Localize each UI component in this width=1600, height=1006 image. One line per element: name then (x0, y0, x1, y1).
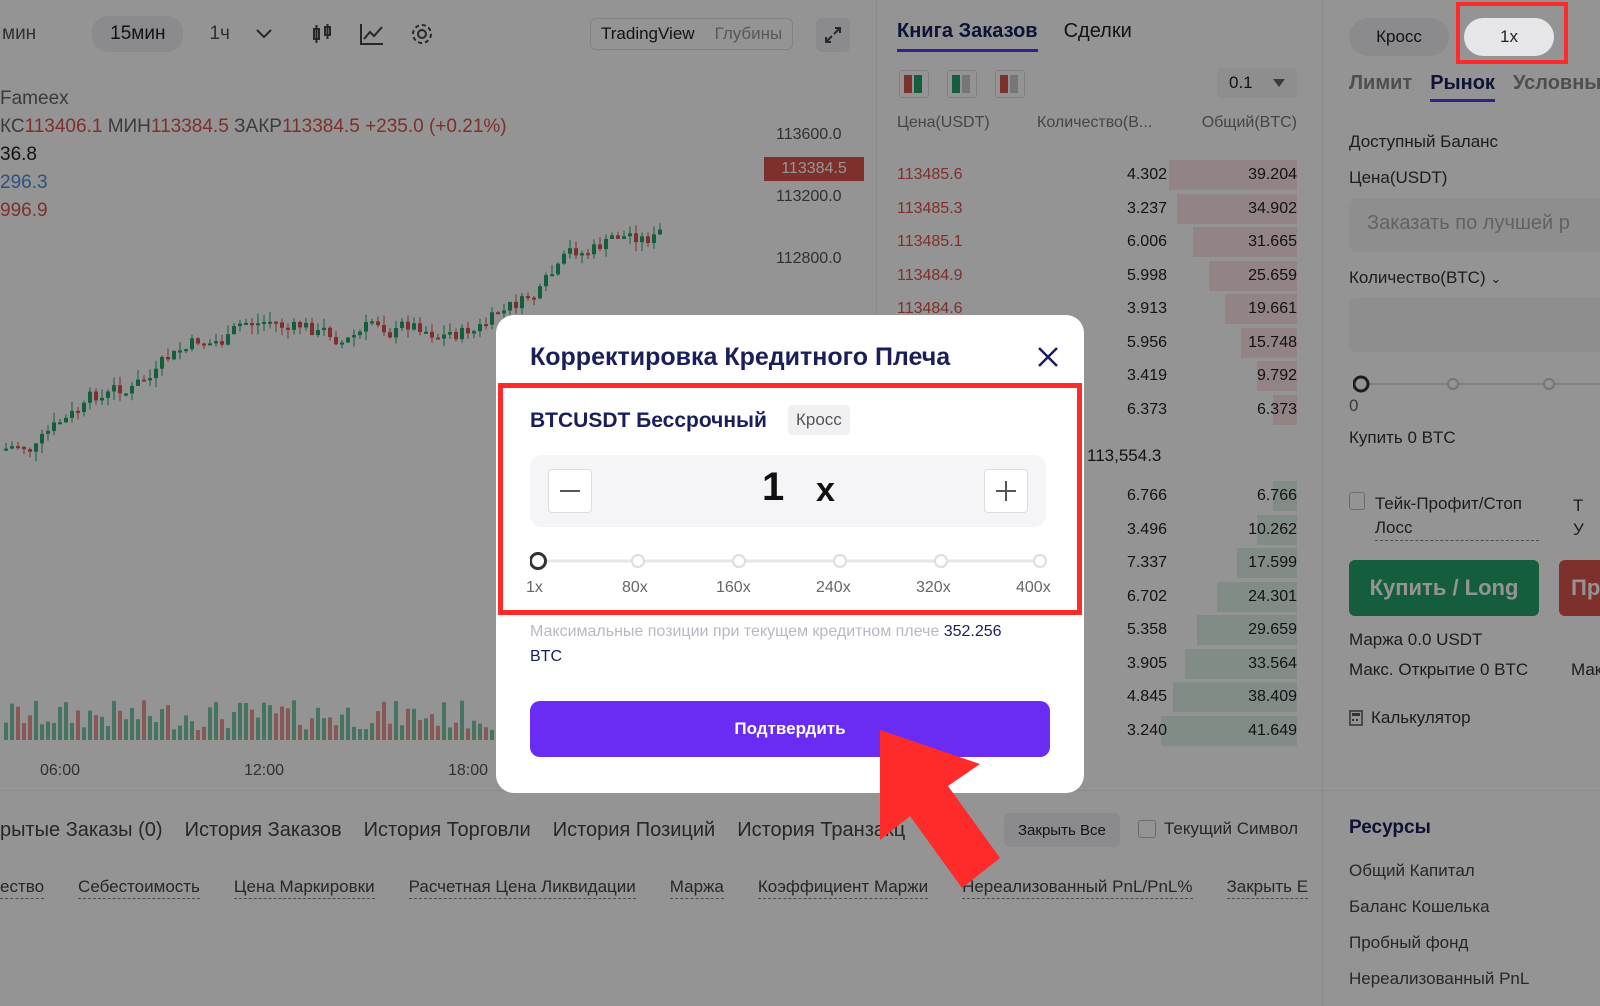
close-icon[interactable] (1032, 341, 1064, 373)
leverage-highlight (1456, 2, 1568, 64)
max-position-text: Максимальные позиции при текущем кредитн… (530, 623, 940, 640)
max-position-value: 352.256 (943, 623, 1002, 640)
pointer-arrow (880, 730, 1000, 888)
leverage-highlight-box (498, 383, 1082, 615)
modal-title: Корректировка Кредитного Плеча (530, 343, 951, 371)
max-position-unit: BTC (530, 648, 562, 665)
max-position-note: Максимальные позиции при текущем кредитн… (530, 619, 1050, 669)
